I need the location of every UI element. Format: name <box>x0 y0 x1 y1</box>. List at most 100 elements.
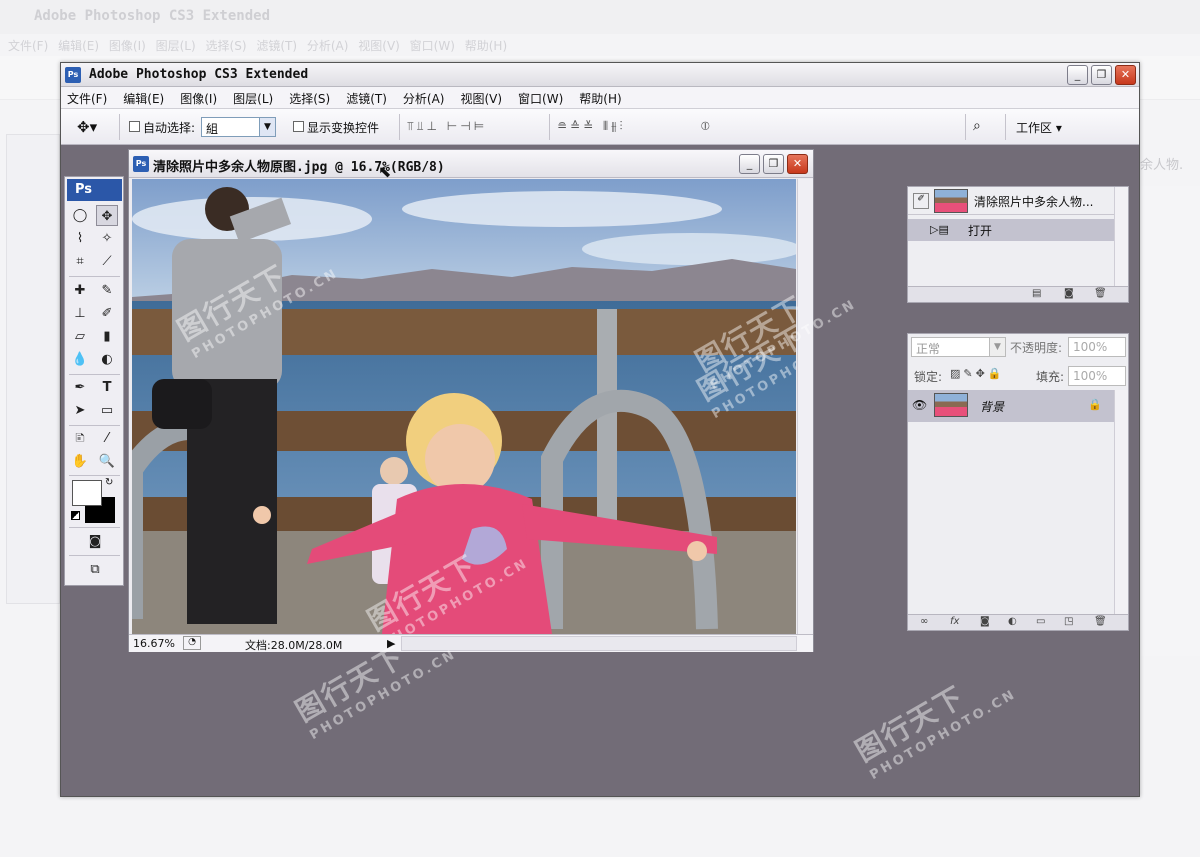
show-transform-checkbox[interactable] <box>293 121 304 132</box>
menu-filter[interactable]: 滤镜(T) <box>346 90 387 106</box>
layer-mask-icon[interactable]: ◙ <box>980 616 990 627</box>
doc-close-button[interactable]: ✕ <box>787 154 808 174</box>
menu-help[interactable]: 帮助(H) <box>579 90 621 106</box>
menu-layer[interactable]: 图层(L) <box>233 90 273 106</box>
link-layers-icon[interactable]: ∞ <box>920 616 928 627</box>
menu-edit[interactable]: 编辑(E) <box>123 90 164 106</box>
clone-stamp-icon[interactable]: ⊥ <box>69 303 91 324</box>
blend-mode-dropdown[interactable]: 正常 ▼ <box>911 337 1006 357</box>
layer-style-icon[interactable]: fx <box>950 616 959 627</box>
history-scrollbar[interactable] <box>1114 187 1128 286</box>
history-snapshot-row[interactable]: ✐ 清除照片中多余人物... <box>908 187 1114 215</box>
auto-select-label: 自动选择: <box>143 121 196 135</box>
dodge-icon[interactable]: ◐ <box>96 349 118 370</box>
canvas-photo[interactable]: 图行天下 PHOTOPHOTO.CN 图行天下 PHOTOPHOTO.CN 图行天下… <box>132 179 796 634</box>
background-tools-panel <box>6 134 60 604</box>
auto-select-dropdown[interactable]: 組 ▼ <box>201 117 276 137</box>
ellipse-marquee-icon[interactable]: ◯ <box>69 205 91 226</box>
bg-menu-select: 选择(S) <box>205 39 247 53</box>
lasso-icon[interactable]: ⌇ <box>69 228 91 249</box>
delete-layer-icon[interactable]: 🗑 <box>1094 616 1107 627</box>
move-tool-icon[interactable]: ✥ <box>96 205 118 226</box>
opacity-input[interactable]: 100% <box>1068 337 1126 357</box>
layers-scrollbar[interactable] <box>1114 390 1128 614</box>
options-bar: ✥▾ 自动选择: 組 ▼ 显示变换控件 ⫪⫫⊥ ⊢⊣⊨ ≘≙≚ ⫴⫵⫶ ⦶ ⌕ … <box>61 109 1139 145</box>
menu-image[interactable]: 图像(I) <box>180 90 217 106</box>
background-title-bar: Adobe Photoshop CS3 Extended <box>0 0 1200 34</box>
horizontal-scrollbar[interactable] <box>401 636 797 651</box>
lock-options-icon[interactable]: ▨✎✥🔒 <box>950 367 1005 380</box>
new-snapshot-icon[interactable]: ◙ <box>1064 288 1074 299</box>
path-select-icon[interactable]: ➤ <box>69 400 91 421</box>
bridge-icon[interactable]: ⌕ <box>973 118 981 134</box>
brush-icon[interactable]: ✎ <box>96 280 118 301</box>
status-menu-arrow-icon[interactable]: ▶ <box>387 637 395 650</box>
healing-brush-icon[interactable]: ✚ <box>69 280 91 301</box>
trash-icon[interactable]: 🗑 <box>1094 288 1107 299</box>
menu-view[interactable]: 视图(V) <box>460 90 502 106</box>
document-window: Ps 清除照片中多余人物原图.jpg @ 16.7%(RGB/8) _ ❐ ✕ <box>128 149 814 652</box>
default-colors-icon[interactable] <box>71 511 80 520</box>
history-state-row[interactable]: ▷▤ 打开 <box>908 219 1114 241</box>
eraser-icon[interactable]: ▱ <box>69 326 91 347</box>
gradient-icon[interactable]: ▮ <box>96 326 118 347</box>
screen-mode-icon[interactable]: ⧉ <box>84 559 106 580</box>
background-panels <box>1140 186 1200 656</box>
document-title: 清除照片中多余人物原图.jpg @ 16.7%(RGB/8) <box>153 160 445 175</box>
new-group-icon[interactable]: ▭ <box>1036 616 1045 627</box>
menu-window[interactable]: 窗口(W) <box>518 90 563 106</box>
menu-file[interactable]: 文件(F) <box>67 90 107 106</box>
document-icon: Ps <box>133 156 149 172</box>
auto-select-value: 組 <box>206 122 219 136</box>
brush-source-icon[interactable]: ✐ <box>913 193 929 209</box>
snapshot-name: 清除照片中多余人物... <box>974 195 1094 209</box>
separator <box>69 555 120 556</box>
separator <box>69 425 120 426</box>
bg-menu-file: 文件(F) <box>8 39 49 53</box>
align-buttons-icon[interactable]: ⫪⫫⊥ ⊢⊣⊨ <box>407 119 487 134</box>
zoom-icon[interactable]: 🔍 <box>96 451 118 472</box>
window-title: Adobe Photoshop CS3 Extended <box>89 67 309 82</box>
minimize-button[interactable]: _ <box>1067 65 1088 85</box>
distribute-buttons-icon[interactable]: ≘≙≚ ⫴⫵⫶ <box>557 119 626 134</box>
quick-mask-icon[interactable]: ◙ <box>84 531 106 552</box>
workspace-button[interactable]: 工作区 ▾ <box>1016 119 1062 136</box>
magic-wand-icon[interactable]: ✧ <box>96 228 118 249</box>
background-menu-bar: 文件(F) 编辑(E) 图像(I) 图层(L) 选择(S) 滤镜(T) 分析(A… <box>0 34 1200 56</box>
fill-label: 填充: <box>1036 370 1065 384</box>
restore-button[interactable]: ❐ <box>1091 65 1112 85</box>
auto-align-icon[interactable]: ⦶ <box>701 119 710 134</box>
eyedropper-icon[interactable]: ⁄ <box>96 428 118 449</box>
auto-select-checkbox[interactable] <box>129 121 140 132</box>
layers-panel-footer: ∞ fx ◙ ◐ ▭ ◳ 🗑 <box>908 614 1128 630</box>
layer-row-background[interactable]: 👁 背景 🔒 <box>908 390 1114 422</box>
status-settings-icon[interactable]: ◔ <box>183 636 201 650</box>
hand-icon[interactable]: ✋ <box>69 451 91 472</box>
new-layer-icon[interactable]: ◳ <box>1064 616 1073 627</box>
close-button[interactable]: ✕ <box>1115 65 1136 85</box>
adjustment-layer-icon[interactable]: ◐ <box>1008 616 1017 627</box>
type-icon[interactable]: T <box>96 377 118 398</box>
pen-icon[interactable]: ✒ <box>69 377 91 398</box>
swap-colors-icon[interactable]: ↻ <box>105 477 113 488</box>
history-brush-icon[interactable]: ✐ <box>96 303 118 324</box>
zoom-level[interactable]: 16.67% <box>133 637 175 650</box>
bg-menu-edit: 编辑(E) <box>58 39 100 53</box>
blur-icon[interactable]: 💧 <box>69 349 91 370</box>
rectangle-shape-icon[interactable]: ▭ <box>96 400 118 421</box>
restore-icon: ❐ <box>1096 68 1107 81</box>
foreground-color-swatch[interactable] <box>72 480 102 506</box>
separator <box>965 114 966 140</box>
vertical-scrollbar[interactable] <box>797 179 813 634</box>
doc-minimize-button[interactable]: _ <box>739 154 760 174</box>
fill-input[interactable]: 100% <box>1068 366 1126 386</box>
move-tool-preset-icon[interactable]: ✥▾ <box>77 118 97 136</box>
crop-icon[interactable]: ⌗ <box>69 251 91 272</box>
eye-icon[interactable]: 👁 <box>912 398 927 412</box>
notes-icon[interactable]: 🗈 <box>69 428 91 449</box>
doc-restore-button[interactable]: ❐ <box>763 154 784 174</box>
new-document-from-state-icon[interactable]: ▤ <box>1032 288 1041 299</box>
slice-icon[interactable]: ⟋ <box>96 251 118 272</box>
menu-analysis[interactable]: 分析(A) <box>403 90 445 106</box>
menu-select[interactable]: 选择(S) <box>289 90 330 106</box>
